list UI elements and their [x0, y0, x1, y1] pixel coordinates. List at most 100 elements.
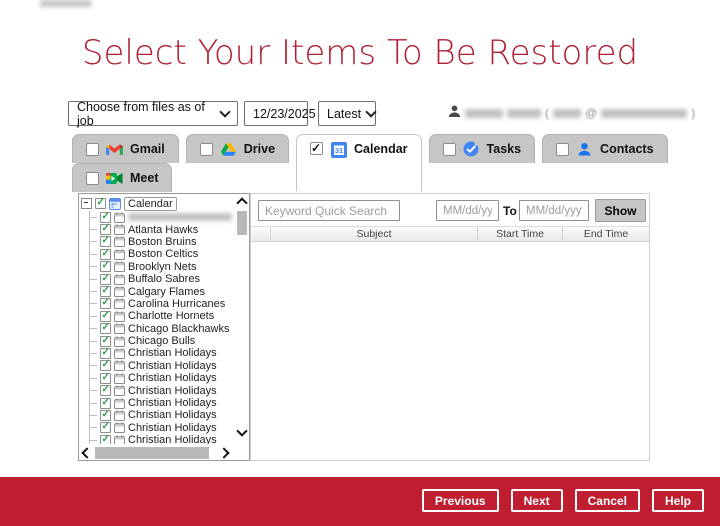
vertical-scroll-thumb[interactable] [237, 211, 247, 235]
tab-drive[interactable]: Drive [186, 134, 289, 163]
tree-item[interactable]: Boston Celtics [87, 248, 234, 260]
tab-calendar[interactable]: 31Calendar [296, 134, 422, 191]
tree-item[interactable]: Christian Holidays [87, 409, 234, 421]
tree-item-label: Brooklyn Nets [128, 261, 196, 273]
tree-connector [89, 328, 97, 329]
tree-item[interactable]: Christian Holidays [87, 360, 234, 372]
calendar-item-icon [114, 323, 125, 334]
tree-item-label: Christian Holidays [128, 409, 217, 421]
tree-item-checkbox[interactable] [100, 323, 111, 334]
tab-meet[interactable]: Meet [72, 163, 172, 192]
tree-connector [89, 378, 97, 379]
calendar-item-icon [114, 274, 125, 285]
tree-item[interactable]: Charlotte Hornets [87, 310, 234, 322]
column-header-start-time: Start Time [478, 227, 563, 241]
tree-item-label: Boston Celtics [128, 248, 198, 260]
job-version-dropdown[interactable]: Latest [318, 101, 376, 126]
tree-item-label: Christian Holidays [128, 385, 217, 397]
tree-item[interactable] [87, 211, 234, 223]
tree-item-checkbox[interactable] [100, 422, 111, 433]
calendar-root-icon [109, 198, 121, 210]
tree-item-label: Chicago Bulls [128, 335, 195, 347]
cancel-button[interactable]: Cancel [575, 489, 640, 512]
next-button[interactable]: Next [511, 489, 563, 512]
tree-connector [89, 415, 97, 416]
tree-item[interactable]: Christian Holidays [87, 384, 234, 396]
tab-checkbox-meet[interactable] [86, 172, 99, 185]
tab-label: Meet [130, 171, 158, 185]
tab-gmail[interactable]: Gmail [72, 134, 179, 163]
tab-checkbox-drive[interactable] [200, 143, 213, 156]
tree-item-checkbox[interactable] [100, 224, 111, 235]
tree-item-checkbox[interactable] [100, 261, 111, 272]
tree-item-checkbox[interactable] [100, 298, 111, 309]
date-from-input[interactable] [436, 200, 499, 221]
tree-item-label: Charlotte Hornets [128, 310, 214, 322]
tab-checkbox-tasks[interactable] [443, 143, 456, 156]
user-email-at: @ [585, 106, 597, 120]
tree-item-checkbox[interactable] [100, 385, 111, 396]
tree-connector [89, 365, 97, 366]
tree-item-checkbox[interactable] [100, 311, 111, 322]
calendar-item-icon [114, 224, 125, 235]
tab-tasks[interactable]: Tasks [429, 134, 536, 163]
tree-item-checkbox[interactable] [100, 373, 111, 384]
date-to-input[interactable] [519, 200, 589, 221]
scroll-right-icon[interactable] [218, 447, 229, 458]
job-source-dropdown[interactable]: Choose from files as of job [68, 101, 238, 126]
tree-item[interactable]: Chicago Bulls [87, 335, 234, 347]
tree-item[interactable]: Atlanta Hawks [87, 223, 234, 235]
scroll-left-icon[interactable] [81, 447, 92, 458]
scroll-down-icon[interactable] [236, 425, 247, 436]
previous-button[interactable]: Previous [422, 489, 499, 512]
tree-item-checkbox[interactable] [100, 336, 111, 347]
footer-bar: Previous Next Cancel Help [0, 477, 720, 526]
svg-text:31: 31 [334, 146, 342, 155]
tree-root-calendar[interactable]: Calendar [81, 196, 234, 211]
tree-item-checkbox[interactable] [100, 236, 111, 247]
tree-horizontal-scrollbar[interactable] [79, 445, 235, 460]
tree-item-checkbox[interactable] [100, 348, 111, 359]
partial-logo [40, 0, 92, 7]
tab-checkbox-contacts[interactable] [556, 143, 569, 156]
tree-item[interactable]: Carolina Hurricanes [87, 298, 234, 310]
tree-root-checkbox[interactable] [95, 198, 106, 209]
scroll-up-icon[interactable] [236, 197, 247, 208]
collapse-expander-icon[interactable] [81, 198, 92, 209]
keyword-search-input[interactable] [258, 200, 400, 221]
tree-item[interactable]: Christian Holidays [87, 434, 234, 444]
tree-connector [89, 316, 97, 317]
tree-item-checkbox[interactable] [100, 274, 111, 285]
calendar-item-icon [114, 348, 125, 359]
tree-item[interactable]: Calgary Flames [87, 285, 234, 297]
job-date-dropdown[interactable]: 12/23/2025 [244, 101, 308, 126]
tab-contacts[interactable]: Contacts [542, 134, 667, 163]
show-button[interactable]: Show [595, 199, 646, 222]
tree-item-label: Christian Holidays [128, 397, 217, 409]
tree-item-checkbox[interactable] [100, 435, 111, 444]
gmail-icon [106, 141, 123, 157]
tree-item[interactable]: Chicago Blackhawks [87, 323, 234, 335]
tree-item-checkbox[interactable] [100, 410, 111, 421]
tree-item-checkbox[interactable] [100, 360, 111, 371]
tree-item-checkbox[interactable] [100, 398, 111, 409]
tree-item[interactable]: Boston Bruins [87, 236, 234, 248]
tree-item[interactable]: Christian Holidays [87, 347, 234, 359]
tree-vertical-scrollbar[interactable] [235, 194, 249, 445]
tree-item[interactable]: Buffalo Sabres [87, 273, 234, 285]
tree-item-checkbox[interactable] [100, 212, 111, 223]
tree-item-checkbox[interactable] [100, 249, 111, 260]
tab-checkbox-gmail[interactable] [86, 143, 99, 156]
tree-item[interactable]: Christian Holidays [87, 372, 234, 384]
help-button[interactable]: Help [652, 489, 704, 512]
tree-item[interactable]: Brooklyn Nets [87, 261, 234, 273]
tree-item[interactable]: Christian Holidays [87, 422, 234, 434]
tree-connector [89, 229, 97, 230]
tree-connector [89, 254, 97, 255]
horizontal-scroll-thumb[interactable] [95, 447, 209, 459]
calendar-item-icon [114, 261, 125, 272]
tab-label: Contacts [600, 142, 653, 156]
tree-item[interactable]: Christian Holidays [87, 397, 234, 409]
tree-item-checkbox[interactable] [100, 286, 111, 297]
tab-checkbox-calendar[interactable] [310, 142, 323, 155]
